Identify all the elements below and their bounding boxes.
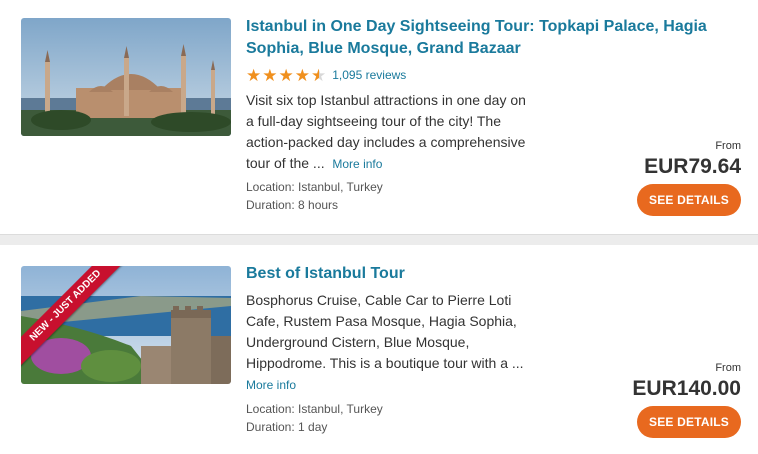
new-badge: NEW - JUST ADDED	[21, 266, 127, 367]
star-icon: ★	[278, 65, 294, 85]
tour-image-hagia-sophia[interactable]	[21, 18, 231, 136]
more-info-link[interactable]: More info	[332, 157, 382, 171]
description-text: Bosphorus Cruise, Cable Car to Pierre Lo…	[246, 292, 524, 371]
price: EUR79.64	[644, 155, 741, 178]
tour-description: Visit six top Istanbul attractions in on…	[246, 90, 536, 175]
see-details-button[interactable]: SEE DETAILS	[637, 184, 741, 216]
star-icon: ★	[246, 65, 262, 85]
price-block: From EUR140.00 SEE DETAILS	[632, 362, 741, 438]
location: Location: Istanbul, Turkey	[246, 180, 383, 194]
half-star-icon: ★	[311, 65, 327, 85]
price: EUR140.00	[632, 377, 741, 400]
tour-title[interactable]: Istanbul in One Day Sightseeing Tour: To…	[246, 16, 726, 60]
reviews-link[interactable]: 1,095 reviews	[332, 68, 406, 82]
star-rating: ★ ★ ★ ★ ★	[246, 67, 327, 84]
badge-ribbon: NEW - JUST ADDED	[21, 266, 131, 376]
description-text: Visit six top Istanbul attractions in on…	[246, 92, 526, 171]
from-label: From	[715, 362, 741, 374]
star-icon: ★	[262, 65, 278, 85]
duration: Duration: 8 hours	[246, 198, 339, 212]
more-info-link[interactable]: More info	[246, 378, 296, 392]
rating: ★ ★ ★ ★ ★ 1,095 reviews	[246, 66, 406, 84]
from-label: From	[715, 140, 741, 152]
price-block: From EUR79.64 SEE DETAILS	[637, 140, 741, 216]
tour-meta: Location: Istanbul, Turkey Duration: 1 d…	[246, 400, 383, 436]
tour-image-bosphorus[interactable]: NEW - JUST ADDED	[21, 266, 231, 384]
tour-card-2: NEW - JUST ADDED Best of Istanbul Tour B…	[0, 245, 758, 454]
tour-meta: Location: Istanbul, Turkey Duration: 8 h…	[246, 178, 383, 214]
duration: Duration: 1 day	[246, 420, 328, 434]
tour-title[interactable]: Best of Istanbul Tour	[246, 263, 726, 285]
star-icon: ★	[294, 65, 310, 85]
see-details-button[interactable]: SEE DETAILS	[637, 406, 741, 438]
tour-description: Bosphorus Cruise, Cable Car to Pierre Lo…	[246, 290, 536, 396]
location: Location: Istanbul, Turkey	[246, 402, 383, 416]
tour-card-1: Istanbul in One Day Sightseeing Tour: To…	[0, 0, 758, 233]
